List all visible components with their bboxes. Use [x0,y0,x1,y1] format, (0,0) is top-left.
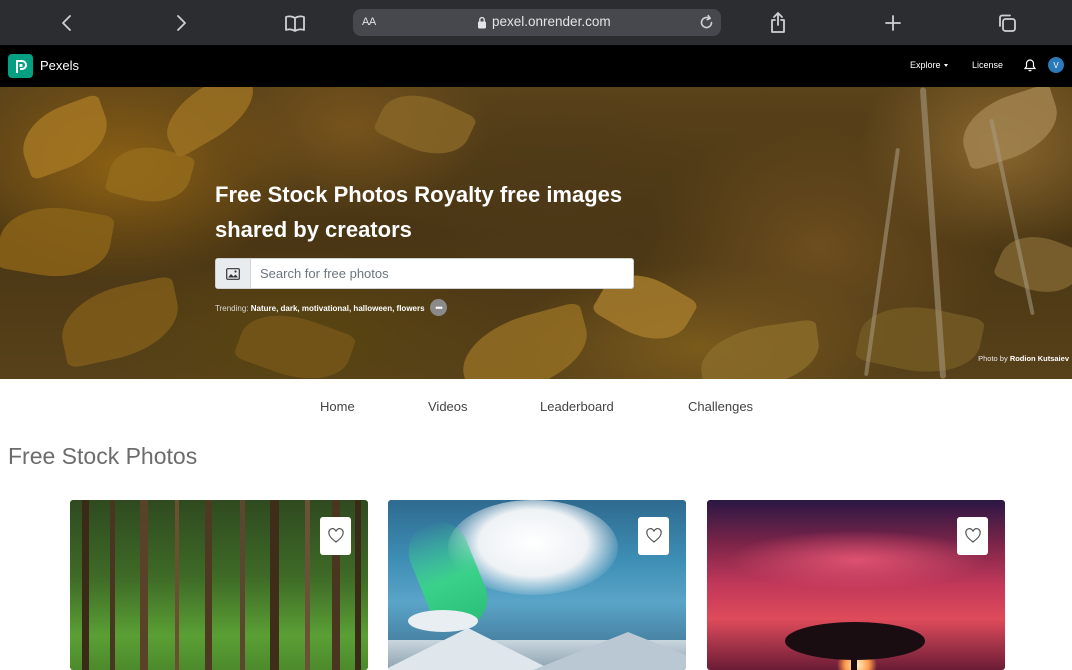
photo-card[interactable] [388,500,686,670]
pexels-logo-icon[interactable] [8,54,33,78]
tree-trunk [110,500,115,670]
heart-icon [327,528,344,543]
tree-trunk [240,500,245,670]
tree-trunk [851,650,857,670]
tab-challenges[interactable]: Challenges [688,399,753,414]
reload-icon[interactable] [697,13,716,32]
bell-icon[interactable] [1024,58,1036,72]
image-search-icon[interactable] [216,259,251,288]
hero-banner: Free Stock Photos Royalty free images sh… [0,87,1072,379]
new-tab-plus-icon[interactable] [879,9,907,37]
search-bar[interactable] [215,258,634,289]
more-trending-button[interactable]: ••• [430,299,447,316]
heart-icon [645,528,662,543]
photo-credit: Photo by Rodion Kutsaiev [978,354,1069,363]
share-icon[interactable] [764,9,792,37]
brand-name[interactable]: Pexels [40,58,79,73]
trending-row: Trending: Nature, dark, motivational, ha… [215,304,425,313]
tree-trunk [82,500,89,670]
browser-toolbar: AA pexel.onrender.com [0,0,1072,45]
search-input[interactable] [252,259,632,288]
tab-videos[interactable]: Videos [428,399,468,414]
tree-trunk [270,500,279,670]
bookmarks-book-icon[interactable] [281,9,309,37]
back-icon[interactable] [53,9,81,37]
mountain-decoration [528,632,686,670]
lock-icon [478,16,486,29]
credit-prefix: Photo by [978,354,1008,363]
cloud-decoration [727,530,987,590]
heart-icon [964,528,981,543]
tabs-overview-icon[interactable] [993,9,1021,37]
tab-leaderboard[interactable]: Leaderboard [540,399,614,414]
credit-author[interactable]: Rodion Kutsaiev [1010,354,1069,363]
chevron-down-icon [943,64,948,68]
like-button[interactable] [320,517,351,555]
hero-title: Free Stock Photos Royalty free images sh… [215,182,623,242]
address-bar[interactable]: AA pexel.onrender.com [353,9,721,36]
content-tabs: Home Videos Leaderboard Challenges [0,379,1072,434]
tree-trunk [140,500,148,670]
text-size-button[interactable]: AA [362,16,376,28]
site-header: Pexels Explore License V [0,45,1072,87]
tree-trunk [355,500,361,670]
tree-trunk [305,500,310,670]
photo-card[interactable] [70,500,368,670]
trending-label: Trending: [215,304,249,313]
photo-card[interactable] [707,500,1005,670]
explore-label: Explore [910,60,941,70]
avatar[interactable]: V [1048,57,1064,73]
forward-icon[interactable] [167,9,195,37]
license-link[interactable]: License [972,60,1003,70]
trending-links[interactable]: Nature, dark, motivational, halloween, f… [251,304,425,313]
like-button[interactable] [957,517,988,555]
url-text: pexel.onrender.com [492,14,611,29]
tree-trunk [205,500,212,670]
tab-home[interactable]: Home [320,399,355,414]
section-title: Free Stock Photos [8,443,198,469]
explore-menu[interactable]: Explore [910,60,948,70]
like-button[interactable] [638,517,669,555]
tree-trunk [175,500,179,670]
